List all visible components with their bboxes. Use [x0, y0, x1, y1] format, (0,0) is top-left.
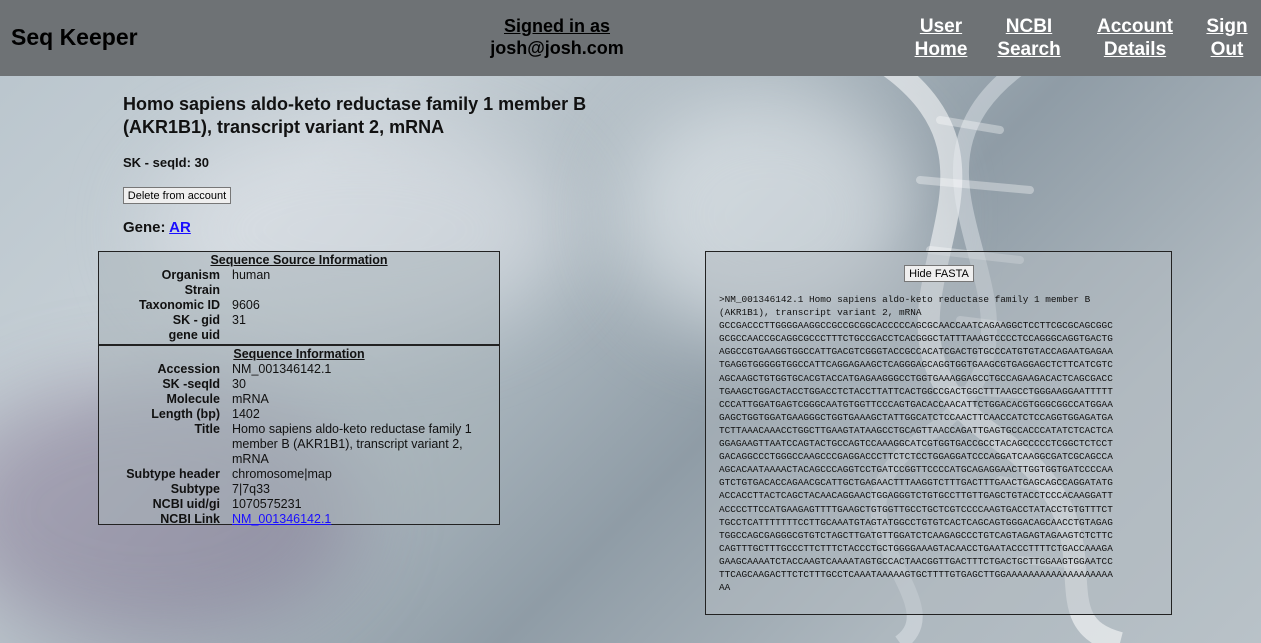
seq-id-label: SK - seqId: 30 — [123, 155, 209, 170]
row-label: Organism — [161, 268, 220, 282]
gene-label-text: Gene: — [123, 219, 166, 236]
row-value: 1070575231 — [232, 497, 302, 511]
row-label: NCBI uid/gi — [152, 497, 220, 511]
fasta-sequence-text: >NM_001346142.1 Homo sapiens aldo-keto r… — [719, 294, 1113, 594]
row-value: 30 — [232, 377, 246, 391]
nav-user-home-line2: Home — [914, 39, 968, 60]
source-row-organism: Organism human — [99, 268, 499, 283]
nav-ncbi-search-line1: NCBI — [1005, 16, 1053, 37]
signed-in-email: josh@josh.com — [490, 38, 624, 58]
fasta-panel: Hide FASTA >NM_001346142.1 Homo sapiens … — [705, 251, 1172, 615]
row-value: 9606 — [232, 298, 260, 312]
ncbi-link[interactable]: NM_001346142.1 — [232, 512, 331, 526]
seq-row-title: Title Homo sapiens aldo-keto reductase fa… — [99, 422, 499, 467]
row-value: Homo sapiens aldo-keto reductase family … — [232, 422, 472, 466]
row-value — [232, 283, 499, 298]
gene-label: Gene: AR — [123, 219, 191, 236]
row-value: 7|7q33 — [232, 482, 271, 496]
row-value: mRNA — [232, 392, 269, 406]
top-navbar: Seq Keeper Signed in as josh@josh.com Us… — [0, 0, 1261, 76]
delete-from-account-button[interactable]: Delete from account — [123, 187, 231, 204]
sequence-info-heading: Sequence Information — [233, 347, 365, 361]
seq-row-subtype-header: Subtype header chromosome|map — [99, 467, 499, 482]
row-label: SK - gid — [172, 313, 220, 327]
row-value — [232, 328, 499, 343]
nav-sign-out-line1: Sign — [1206, 16, 1248, 37]
nav-ncbi-search-line2: Search — [997, 39, 1061, 60]
row-label: gene uid — [168, 328, 220, 342]
source-row-sk-gid: SK - gid 31 — [99, 313, 499, 328]
nav-account-details-line2: Details — [1103, 39, 1167, 60]
row-label: Subtype header — [126, 467, 220, 481]
row-value: 1402 — [232, 407, 260, 421]
source-row-gene-uid: gene uid — [99, 328, 499, 343]
row-label: Subtype — [170, 482, 220, 496]
seq-row-sk-seqid: SK -seqId 30 — [99, 377, 499, 392]
brand-logo-text[interactable]: Seq Keeper — [11, 24, 138, 51]
nav-ncbi-search[interactable]: NCBI Search — [996, 15, 1062, 61]
row-value: human — [232, 268, 271, 282]
row-label: Taxonomic ID — [138, 298, 220, 312]
row-label: SK -seqId — [162, 377, 220, 391]
source-row-taxonomic-id: Taxonomic ID 9606 — [99, 298, 499, 313]
seq-row-molecule: Molecule mRNA — [99, 392, 499, 407]
source-row-strain: Strain — [99, 283, 499, 298]
signed-in-label: Signed in as — [503, 16, 611, 36]
row-label: NCBI Link — [160, 512, 220, 526]
gene-link[interactable]: AR — [169, 219, 191, 236]
sequence-info-panel: Sequence Source Information Organism huma… — [98, 251, 500, 527]
nav-user-home-line1: User — [919, 16, 963, 37]
section-divider — [99, 344, 499, 346]
seq-row-ncbi-uid: NCBI uid/gi 1070575231 — [99, 497, 499, 512]
nav-sign-out-line2: Out — [1210, 39, 1244, 60]
signed-in-indicator: Signed in as josh@josh.com — [490, 15, 624, 59]
row-label: Length (bp) — [151, 407, 220, 421]
sequence-detail-page: Homo sapiens aldo-keto reductase family … — [0, 76, 1261, 643]
row-value: NM_001346142.1 — [232, 362, 332, 376]
source-info-heading: Sequence Source Information — [210, 253, 388, 267]
seq-row-accession: Accession NM_001346142.1 — [99, 362, 499, 377]
page-title: Homo sapiens aldo-keto reductase family … — [123, 94, 587, 137]
row-value: NM_001346142.1 — [232, 512, 499, 527]
row-label: Molecule — [166, 392, 221, 406]
nav-account-details[interactable]: Account Details — [1096, 15, 1174, 61]
row-label: Title — [194, 422, 220, 436]
seq-row-length: Length (bp) 1402 — [99, 407, 499, 422]
nav-user-home[interactable]: User Home — [913, 15, 969, 61]
seq-row-ncbi-link: NCBI Link NM_001346142.1 — [99, 512, 499, 527]
row-value: 31 — [232, 313, 246, 327]
row-label: Strain — [184, 283, 220, 297]
nav-account-details-line1: Account — [1097, 16, 1173, 37]
seq-row-subtype: Subtype 7|7q33 — [99, 482, 499, 497]
hide-fasta-button[interactable]: Hide FASTA — [904, 265, 974, 282]
nav-sign-out[interactable]: Sign Out — [1205, 15, 1249, 61]
row-label: Accession — [157, 362, 220, 376]
row-value: chromosome|map — [232, 467, 332, 481]
